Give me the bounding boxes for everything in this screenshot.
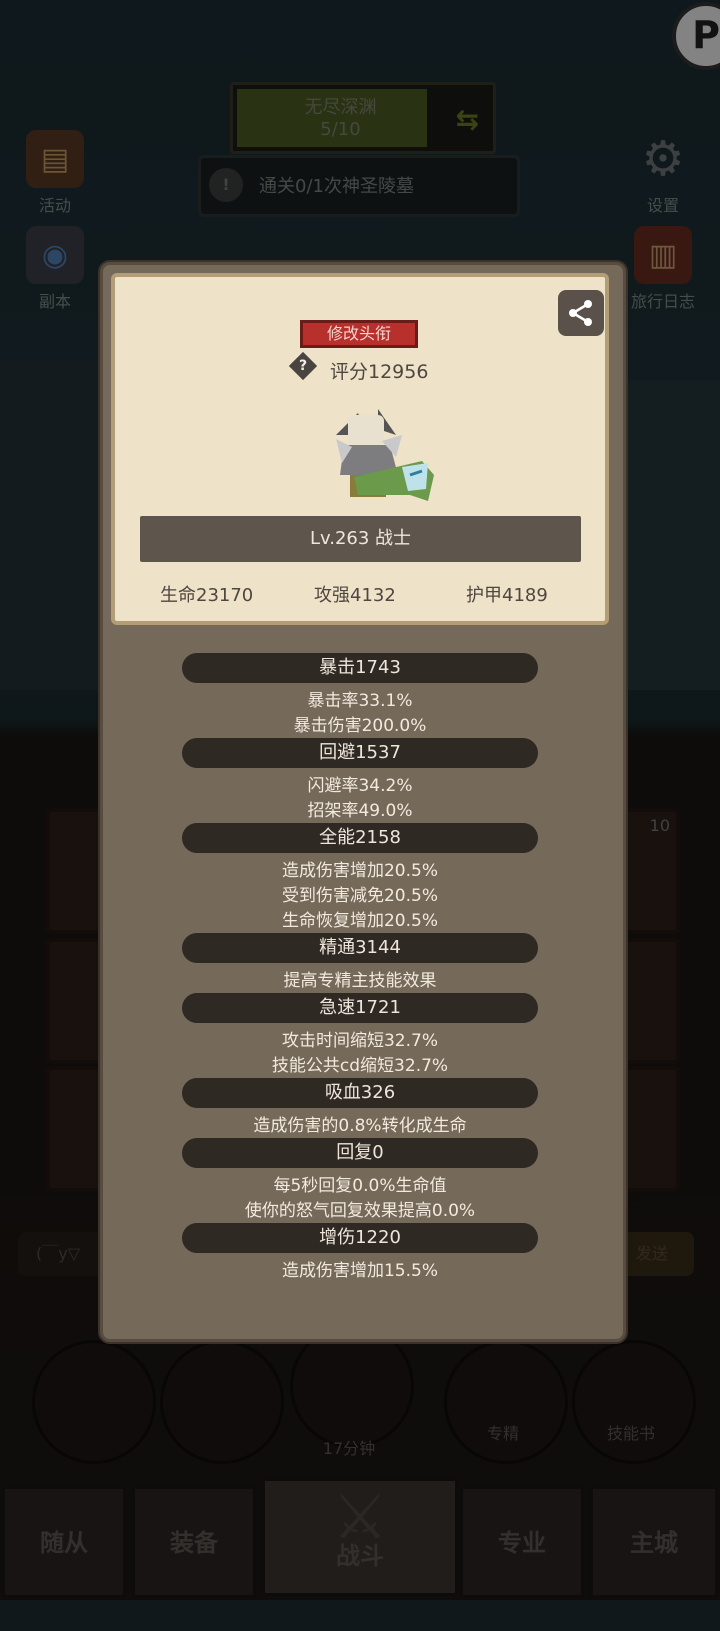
damage-bonus-effect: 造成伤害增加15.5%	[281, 1261, 438, 1281]
regen-effect: 每5秒回复0.0%生命值	[273, 1176, 447, 1196]
share-icon	[569, 300, 592, 326]
rage-regen-effect: 使你的怒气回复效果提高0.0%	[244, 1201, 476, 1221]
damage-increase: 造成伤害增加20.5%	[281, 861, 438, 881]
warrior-avatar	[336, 409, 434, 501]
hp-stat: 生命23170	[160, 585, 254, 606]
attack-time-reduction: 攻击时间缩短32.7%	[281, 1031, 438, 1051]
section-header-damage-bonus: 增伤1220	[182, 1223, 538, 1253]
lifesteal-effect: 造成伤害的0.8%转化成生命	[253, 1116, 467, 1136]
section-header-crit: 暴击1743	[182, 653, 538, 683]
crit-rate: 暴击率33.1%	[307, 691, 413, 711]
section-header-lifesteal: 吸血326	[182, 1078, 538, 1108]
damage-reduction: 受到伤害减免20.5%	[281, 886, 438, 906]
parry-rate: 招架率49.0%	[307, 801, 413, 821]
section-header-regen: 回复0	[182, 1138, 538, 1168]
healing-increase: 生命恢复增加20.5%	[281, 911, 438, 931]
crit-damage: 暴击伤害200.0%	[293, 716, 427, 736]
armor-stat: 护甲4189	[466, 585, 548, 606]
section-header-avoidance: 回避1537	[182, 738, 538, 768]
level-class-bar: Lv.263 战士	[140, 516, 581, 562]
change-title-button[interactable]: 修改头衔	[300, 320, 418, 348]
share-button[interactable]	[558, 290, 604, 336]
mastery-effect: 提高专精主技能效果	[283, 971, 437, 991]
attack-stat: 攻强4132	[314, 585, 396, 606]
section-header-mastery: 精通3144	[182, 933, 538, 963]
section-header-versatility: 全能2158	[182, 823, 538, 853]
dodge-rate: 闪避率34.2%	[307, 776, 413, 796]
cooldown-reduction: 技能公共cd缩短32.7%	[271, 1056, 449, 1076]
help-icon[interactable]: ?	[293, 356, 313, 376]
section-header-haste: 急速1721	[182, 993, 538, 1023]
score-text: 评分12956	[330, 361, 429, 383]
